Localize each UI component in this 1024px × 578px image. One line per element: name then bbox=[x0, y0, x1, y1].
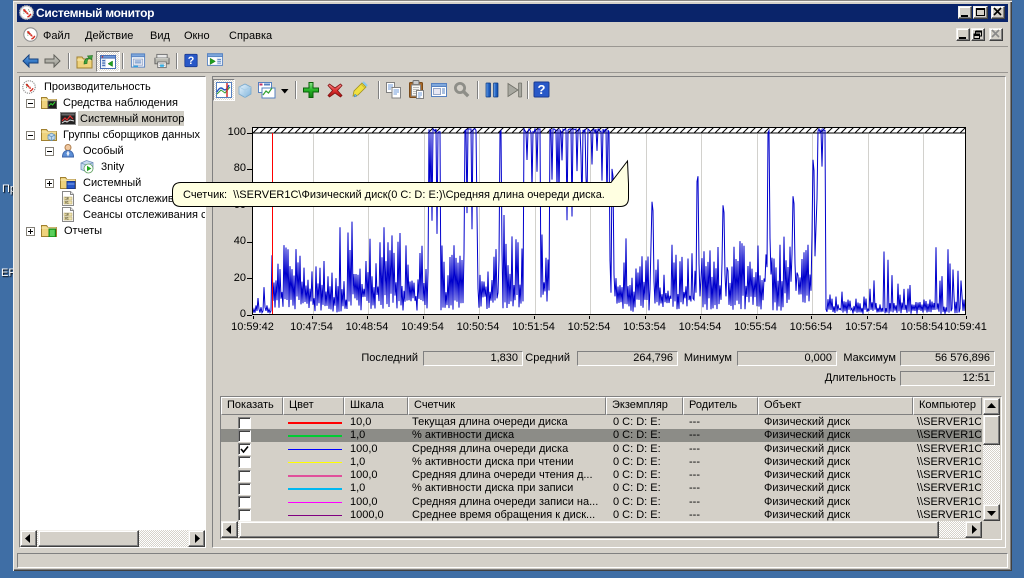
svg-text:Счетчик: \\SERVER1C\Физически: Счетчик: \\SERVER1C\Физический диск(0 C:… bbox=[183, 189, 605, 201]
svg-text:?: ? bbox=[188, 55, 195, 67]
svg-text:?: ? bbox=[538, 82, 546, 97]
svg-text:01: 01 bbox=[65, 201, 69, 205]
svg-text:01: 01 bbox=[65, 217, 69, 221]
